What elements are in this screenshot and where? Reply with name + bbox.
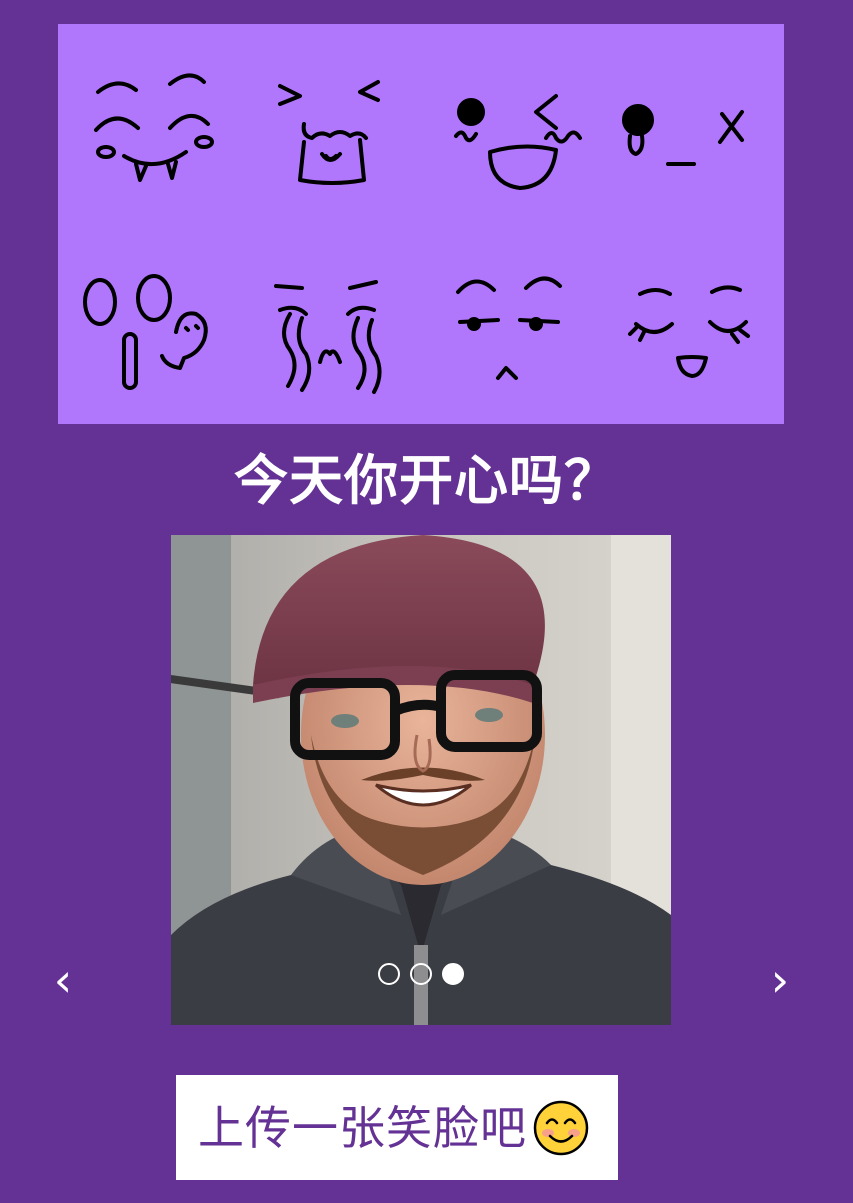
carousel-dot-3[interactable] [442, 963, 464, 985]
carousel-next-button[interactable]: › [760, 948, 800, 1012]
carousel-dot-2[interactable] [410, 963, 432, 985]
kaomoji-banner [58, 24, 784, 424]
smiling-man-photo [171, 535, 671, 1025]
carousel-dot-1[interactable] [378, 963, 400, 985]
upload-label: 上传一张笑脸吧 [198, 1100, 527, 1155]
carousel-prev-button[interactable]: ‹ [43, 948, 83, 1012]
kaomoji-faces-illustration [83, 73, 750, 394]
upload-smile-button[interactable]: 上传一张笑脸吧 [176, 1075, 618, 1180]
smiling-face-emoji-icon [533, 1100, 589, 1156]
carousel-indicators [171, 963, 671, 985]
photo-carousel[interactable] [171, 535, 671, 1025]
page-title: 今天你开心吗？ [234, 449, 619, 512]
